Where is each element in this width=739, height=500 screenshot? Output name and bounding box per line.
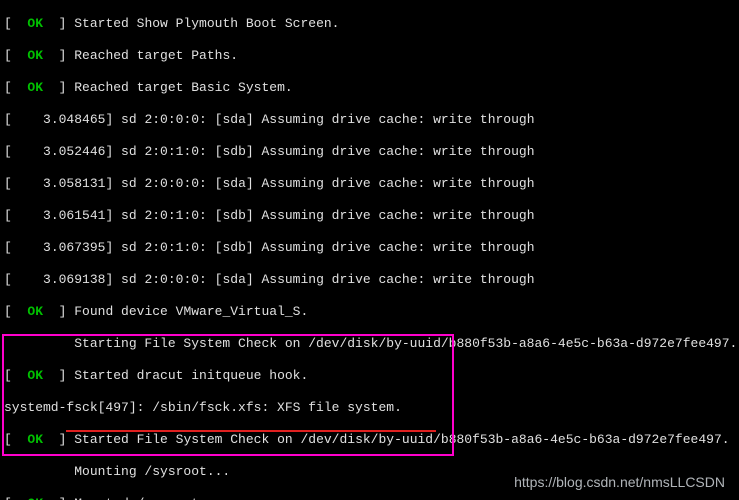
kernel-line: [ 3.061541] sd 2:0:1:0: [sdb] Assuming d… bbox=[4, 208, 735, 224]
kernel-line: [ 3.048465] sd 2:0:0:0: [sda] Assuming d… bbox=[4, 112, 735, 128]
terminal-output[interactable]: [ OK ] Started Show Plymouth Boot Screen… bbox=[0, 0, 739, 500]
kernel-line: [ 3.069138] sd 2:0:0:0: [sda] Assuming d… bbox=[4, 272, 735, 288]
boot-line: [ OK ] Reached target Basic System. bbox=[4, 80, 735, 96]
kernel-line: [ 3.067395] sd 2:0:1:0: [sdb] Assuming d… bbox=[4, 240, 735, 256]
kernel-line: [ 3.052446] sd 2:0:1:0: [sdb] Assuming d… bbox=[4, 144, 735, 160]
boot-line: Starting File System Check on /dev/disk/… bbox=[4, 336, 735, 352]
boot-line: [ OK ] Started Show Plymouth Boot Screen… bbox=[4, 16, 735, 32]
boot-line: [ OK ] Found device VMware_Virtual_S. bbox=[4, 304, 735, 320]
boot-line: [ OK ] Mounted /sysroot. bbox=[4, 496, 735, 500]
boot-line: [ OK ] Started File System Check on /dev… bbox=[4, 432, 735, 448]
fsck-line: systemd-fsck[497]: /sbin/fsck.xfs: XFS f… bbox=[4, 400, 735, 416]
watermark: https://blog.csdn.net/nmsLLCSDN bbox=[514, 474, 725, 490]
kernel-line: [ 3.058131] sd 2:0:0:0: [sda] Assuming d… bbox=[4, 176, 735, 192]
boot-line: [ OK ] Reached target Paths. bbox=[4, 48, 735, 64]
boot-line: [ OK ] Started dracut initqueue hook. bbox=[4, 368, 735, 384]
